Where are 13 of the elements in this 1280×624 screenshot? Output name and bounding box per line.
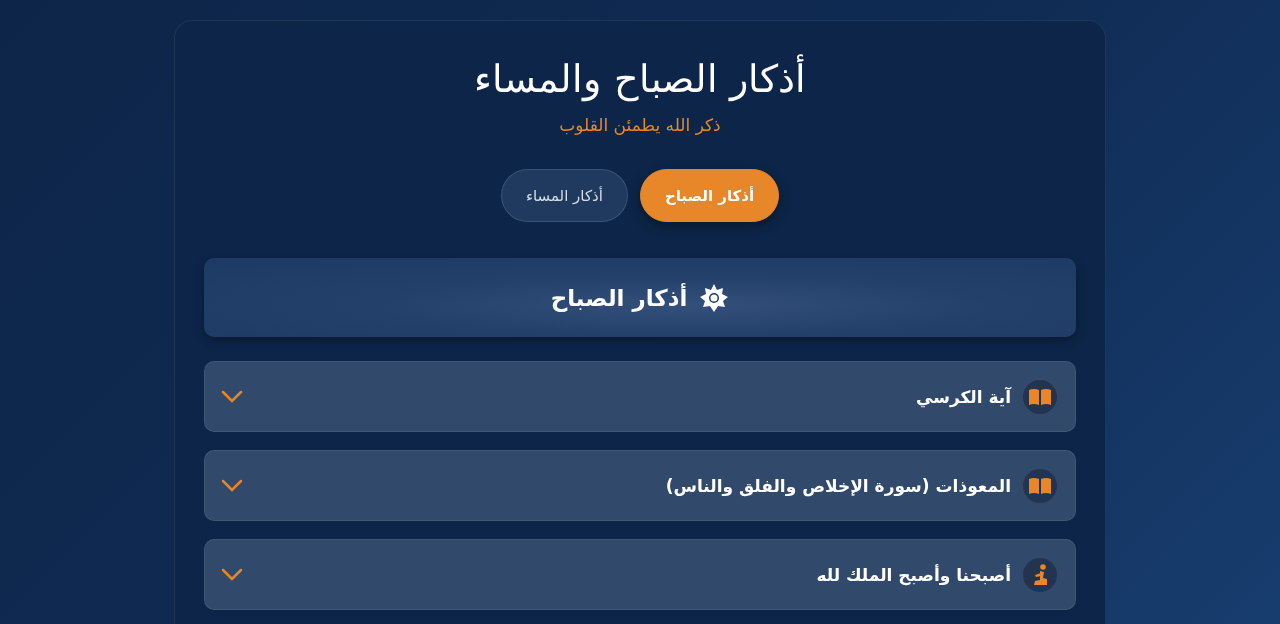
kneeling-person-icon bbox=[1031, 563, 1049, 586]
item-title: آية الكرسي bbox=[914, 386, 1011, 407]
section-title: أذكار الصباح bbox=[550, 284, 688, 311]
tab[interactable]: أذكار المساء bbox=[500, 169, 628, 222]
book-icon bbox=[1028, 476, 1052, 495]
subtitle: ذكر الله يطمئن القلوب bbox=[559, 115, 721, 135]
accordion-item[interactable]: أصبحنا وأصبح الملك لله bbox=[204, 539, 1076, 610]
item-title: المعوذات (سورة الإخلاص والفلق والناس) bbox=[664, 475, 1011, 496]
accordion-item[interactable]: آية الكرسي bbox=[204, 361, 1076, 432]
accordion-item[interactable]: المعوذات (سورة الإخلاص والفلق والناس) bbox=[204, 450, 1076, 521]
item-title: أصبحنا وأصبح الملك لله bbox=[815, 564, 1011, 585]
sun-icon bbox=[699, 282, 730, 313]
book-icon bbox=[1028, 387, 1052, 406]
